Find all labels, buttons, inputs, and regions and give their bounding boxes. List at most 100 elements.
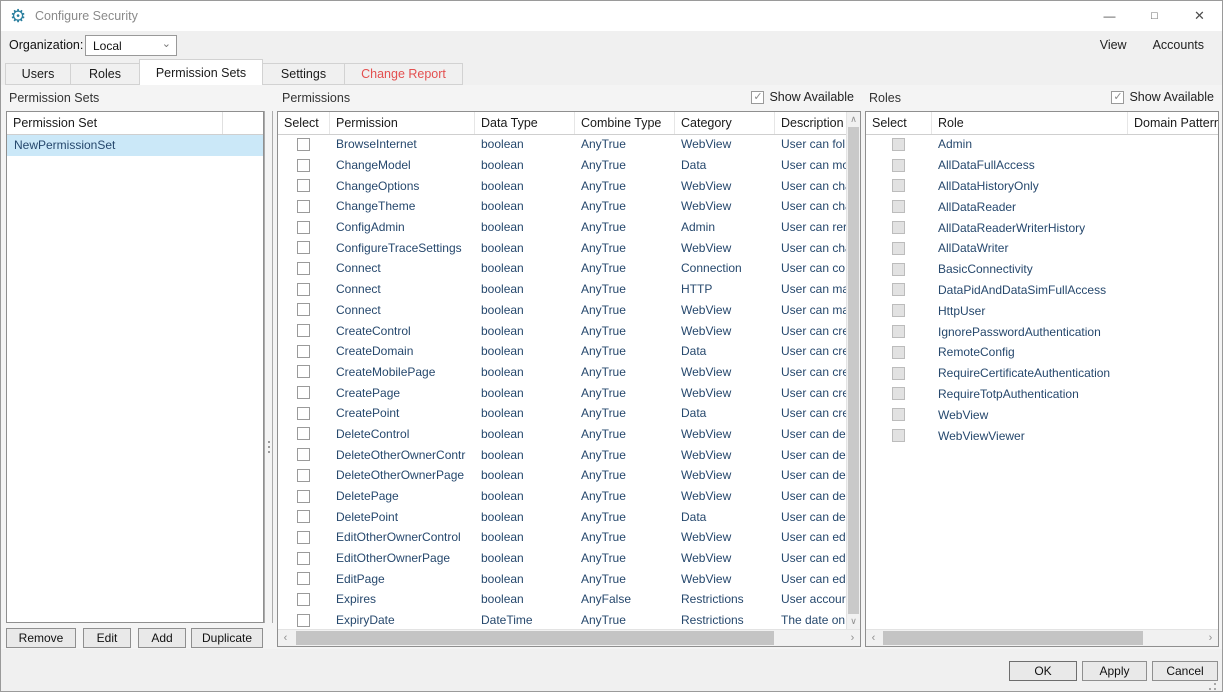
column-header-category[interactable]: Category xyxy=(675,112,775,134)
tab-settings[interactable]: Settings xyxy=(262,63,345,85)
edit-button[interactable]: Edit xyxy=(83,628,131,648)
role-checkbox[interactable] xyxy=(892,200,905,213)
role-checkbox[interactable] xyxy=(892,429,905,442)
permissions-table-row[interactable]: EditOtherOwnerPage boolean AnyTrue WebVi… xyxy=(278,548,846,569)
permission-checkbox[interactable] xyxy=(297,427,310,440)
permissions-show-available[interactable]: ✓ Show Available xyxy=(751,90,854,104)
role-checkbox[interactable] xyxy=(892,138,905,151)
role-checkbox[interactable] xyxy=(892,346,905,359)
roles-show-available[interactable]: ✓ Show Available xyxy=(1111,90,1214,104)
permissions-table-row[interactable]: DeleteControl boolean AnyTrue WebView Us… xyxy=(278,424,846,445)
permissions-table-row[interactable]: ChangeModel boolean AnyTrue Data User ca… xyxy=(278,155,846,176)
permission-checkbox[interactable] xyxy=(297,510,310,523)
menu-accounts[interactable]: Accounts xyxy=(1153,38,1204,52)
tab-permission-sets[interactable]: Permission Sets xyxy=(139,59,263,85)
permission-checkbox[interactable] xyxy=(297,469,310,482)
permission-checkbox[interactable] xyxy=(297,179,310,192)
show-available-checkbox[interactable]: ✓ xyxy=(1111,91,1124,104)
permissions-table-row[interactable]: DeleteOtherOwnerContr boolean AnyTrue We… xyxy=(278,444,846,465)
permissions-horizontal-scrollbar[interactable]: ‹ › xyxy=(278,629,860,646)
role-checkbox[interactable] xyxy=(892,179,905,192)
cancel-button[interactable]: Cancel xyxy=(1152,661,1218,681)
permission-checkbox[interactable] xyxy=(297,324,310,337)
column-header-description[interactable]: Description xyxy=(775,112,846,134)
permissions-table-row[interactable]: Expires boolean AnyFalse Restrictions Us… xyxy=(278,589,846,610)
permissions-table-row[interactable]: DeletePoint boolean AnyTrue Data User ca… xyxy=(278,506,846,527)
roles-table-row[interactable]: AllDataReaderWriterHistory xyxy=(866,217,1218,238)
vertical-scrollbar-thumb[interactable] xyxy=(848,127,859,614)
permission-checkbox[interactable] xyxy=(297,303,310,316)
roles-table-row[interactable]: RequireTotpAuthentication xyxy=(866,384,1218,405)
horizontal-scrollbar-thumb[interactable] xyxy=(883,631,1143,645)
column-header-permission-set[interactable]: Permission Set xyxy=(7,112,263,134)
roles-table-row[interactable]: AllDataHistoryOnly xyxy=(866,176,1218,197)
permissions-table-row[interactable]: ConfigureTraceSettings boolean AnyTrue W… xyxy=(278,237,846,258)
panel-splitter[interactable] xyxy=(264,111,273,623)
tab-roles[interactable]: Roles xyxy=(70,63,140,85)
permission-checkbox[interactable] xyxy=(297,241,310,254)
add-button[interactable]: Add xyxy=(138,628,186,648)
permission-checkbox[interactable] xyxy=(297,407,310,420)
permissions-table-row[interactable]: ConfigAdmin boolean AnyTrue Admin User c… xyxy=(278,217,846,238)
permission-checkbox[interactable] xyxy=(297,200,310,213)
roles-horizontal-scrollbar[interactable]: ‹ › xyxy=(866,629,1218,646)
role-checkbox[interactable] xyxy=(892,159,905,172)
permission-checkbox[interactable] xyxy=(297,531,310,544)
permission-checkbox[interactable] xyxy=(297,448,310,461)
permission-checkbox[interactable] xyxy=(297,365,310,378)
role-checkbox[interactable] xyxy=(892,242,905,255)
permission-checkbox[interactable] xyxy=(297,593,310,606)
role-checkbox[interactable] xyxy=(892,367,905,380)
permission-checkbox[interactable] xyxy=(297,221,310,234)
scroll-up-icon[interactable]: ∧ xyxy=(847,112,860,127)
permissions-table-row[interactable]: CreatePoint boolean AnyTrue Data User ca… xyxy=(278,403,846,424)
permissions-vertical-scrollbar[interactable]: ∧ ∨ xyxy=(846,112,860,629)
roles-table-row[interactable]: IgnorePasswordAuthentication xyxy=(866,321,1218,342)
show-available-checkbox[interactable]: ✓ xyxy=(751,91,764,104)
roles-table-row[interactable]: AllDataFullAccess xyxy=(866,155,1218,176)
scroll-left-icon[interactable]: ‹ xyxy=(278,630,293,646)
permission-checkbox[interactable] xyxy=(297,283,310,296)
permissions-table-row[interactable]: DeleteOtherOwnerPage boolean AnyTrue Web… xyxy=(278,465,846,486)
permission-checkbox[interactable] xyxy=(297,552,310,565)
role-checkbox[interactable] xyxy=(892,387,905,400)
column-header-role[interactable]: Role xyxy=(932,112,1128,134)
apply-button[interactable]: Apply xyxy=(1082,661,1147,681)
role-checkbox[interactable] xyxy=(892,325,905,338)
scroll-right-icon[interactable]: › xyxy=(845,630,860,646)
scroll-right-icon[interactable]: › xyxy=(1203,630,1218,646)
permission-checkbox[interactable] xyxy=(297,138,310,151)
permissions-table-row[interactable]: Connect boolean AnyTrue HTTP User can ma xyxy=(278,279,846,300)
permission-checkbox[interactable] xyxy=(297,490,310,503)
roles-table-row[interactable]: DataPidAndDataSimFullAccess xyxy=(866,280,1218,301)
roles-table-row[interactable]: RemoteConfig xyxy=(866,342,1218,363)
tab-users[interactable]: Users xyxy=(5,63,71,85)
permissions-table-row[interactable]: EditPage boolean AnyTrue WebView User ca… xyxy=(278,568,846,589)
column-header-permission[interactable]: Permission xyxy=(330,112,475,134)
role-checkbox[interactable] xyxy=(892,263,905,276)
permission-set-row-selected[interactable]: NewPermissionSet xyxy=(7,135,263,156)
tab-change-report[interactable]: Change Report xyxy=(344,63,463,85)
horizontal-scrollbar-thumb[interactable] xyxy=(296,631,774,645)
roles-table-row[interactable]: WebViewViewer xyxy=(866,425,1218,446)
column-header-select[interactable]: Select xyxy=(866,112,932,134)
maximize-button[interactable]: □ xyxy=(1132,1,1177,31)
column-header-select[interactable]: Select xyxy=(278,112,330,134)
remove-button[interactable]: Remove xyxy=(6,628,76,648)
role-checkbox[interactable] xyxy=(892,304,905,317)
ok-button[interactable]: OK xyxy=(1009,661,1077,681)
permissions-table-row[interactable]: Connect boolean AnyTrue WebView User can… xyxy=(278,300,846,321)
scroll-down-icon[interactable]: ∨ xyxy=(847,614,860,629)
permissions-table-row[interactable]: DeletePage boolean AnyTrue WebView User … xyxy=(278,486,846,507)
permission-checkbox[interactable] xyxy=(297,572,310,585)
permissions-table-row[interactable]: ChangeTheme boolean AnyTrue WebView User… xyxy=(278,196,846,217)
role-checkbox[interactable] xyxy=(892,283,905,296)
column-header-domain-pattern[interactable]: Domain Pattern xyxy=(1128,112,1218,134)
permission-checkbox[interactable] xyxy=(297,614,310,627)
roles-table-row[interactable]: Admin xyxy=(866,134,1218,155)
close-button[interactable]: ✕ xyxy=(1177,1,1222,31)
permissions-table-row[interactable]: EditOtherOwnerControl boolean AnyTrue We… xyxy=(278,527,846,548)
permissions-table-row[interactable]: ChangeOptions boolean AnyTrue WebView Us… xyxy=(278,175,846,196)
role-checkbox[interactable] xyxy=(892,221,905,234)
roles-table-row[interactable]: AllDataWriter xyxy=(866,238,1218,259)
